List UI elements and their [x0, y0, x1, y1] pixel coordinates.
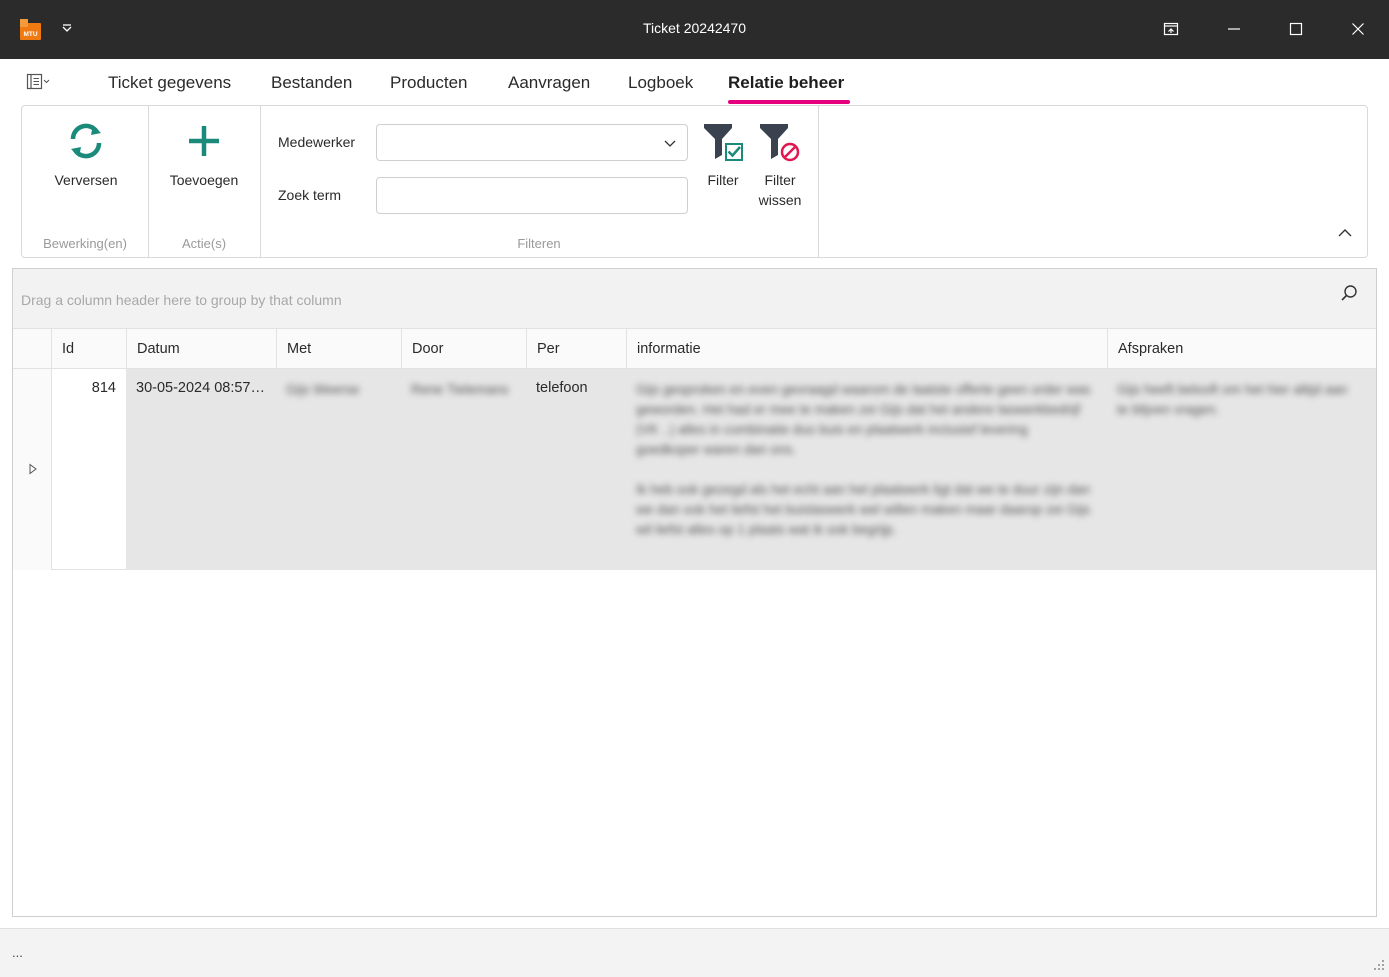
group-by-hint: Drag a column header here to group by th…: [21, 292, 342, 308]
cell-met: Gijs Weerse: [276, 369, 401, 570]
cell-informatie-text-2: Ik heb ook gezegd als het echt aan het p…: [636, 482, 1091, 537]
column-header-met[interactable]: Met: [276, 329, 401, 369]
expand-row-icon[interactable]: [27, 463, 39, 475]
add-button[interactable]: Toevoegen: [162, 120, 246, 188]
group-by-panel[interactable]: Drag a column header here to group by th…: [13, 269, 1376, 329]
clear-filter-label-1: Filter: [764, 172, 796, 188]
column-header-door[interactable]: Door: [401, 329, 526, 369]
cell-informatie: Gijs gesproken en even gevraagd waarom d…: [626, 369, 1107, 570]
column-header-row: Id Datum Met Door Per informatie Afsprak…: [13, 329, 1376, 369]
ribbon: Verversen Bewerking(en) Toevoegen Actie(…: [21, 105, 1368, 258]
chevron-down-icon[interactable]: [58, 20, 76, 38]
plus-icon: [189, 126, 219, 156]
cell-door-text: Rene Tielemans: [411, 382, 509, 397]
cell-met-text: Gijs Weerse: [286, 382, 360, 397]
column-header-informatie[interactable]: informatie: [626, 329, 1107, 369]
restore-layout-button[interactable]: [1157, 15, 1185, 43]
group-divider: [260, 106, 261, 257]
employee-combobox[interactable]: [376, 124, 688, 161]
active-tab-indicator: [728, 100, 850, 104]
tab-logboek[interactable]: Logboek: [628, 73, 693, 93]
group-label-actions: Actie(s): [181, 236, 227, 251]
app-logo-icon[interactable]: MTU: [20, 19, 41, 40]
chevron-up-icon[interactable]: [1336, 224, 1354, 242]
group-divider: [148, 106, 149, 257]
tab-bestanden[interactable]: Bestanden: [271, 73, 352, 93]
refresh-button[interactable]: Verversen: [46, 120, 126, 188]
search-term-label: Zoek term: [278, 187, 342, 203]
search-term-input[interactable]: [376, 177, 688, 214]
cell-afspraken: Gijs heeft belooft om het hier altijd aa…: [1107, 369, 1376, 570]
employee-label: Medewerker: [278, 134, 356, 150]
row-indicator: [13, 369, 51, 570]
tab-producten[interactable]: Producten: [390, 73, 468, 93]
filter-label: Filter: [707, 172, 739, 188]
data-grid: Drag a column header here to group by th…: [12, 268, 1377, 917]
filter-button[interactable]: Filter: [702, 122, 744, 190]
cell-door: Rene Tielemans: [401, 369, 526, 570]
clear-filter-button[interactable]: Filter wissen: [752, 122, 808, 210]
cell-informatie-text-1: Gijs gesproken en even gevraagd waarom d…: [636, 382, 1091, 457]
tab-bar: Ticket gegevens Bestanden Producten Aanv…: [0, 59, 1389, 105]
cell-id: 814: [51, 369, 126, 570]
tab-aanvragen[interactable]: Aanvragen: [508, 73, 590, 93]
column-header-per[interactable]: Per: [526, 329, 626, 369]
title-bar: MTU Ticket 20242470: [0, 0, 1389, 59]
column-header-afspraken[interactable]: Afspraken: [1107, 329, 1376, 369]
cell-per: telefoon: [526, 369, 626, 570]
status-text: ...: [12, 945, 23, 960]
app-logo-text: MTU: [23, 31, 37, 38]
filter-check-icon: [704, 124, 744, 162]
side-menu-icon[interactable]: [25, 71, 53, 93]
clear-filter-label-2: wissen: [758, 192, 802, 208]
cell-afspraken-text: Gijs heeft belooft om het hier altijd aa…: [1117, 382, 1348, 417]
status-bar: ...: [0, 928, 1389, 977]
refresh-icon: [70, 123, 102, 159]
filter-clear-icon: [760, 124, 800, 162]
minimize-button[interactable]: [1220, 15, 1248, 43]
tab-relatie-beheer[interactable]: Relatie beheer: [728, 73, 844, 93]
close-icon: [1352, 23, 1364, 35]
maximize-icon: [1289, 22, 1303, 36]
column-header-id[interactable]: Id: [51, 329, 126, 369]
add-label: Toevoegen: [169, 172, 239, 188]
maximize-button[interactable]: [1282, 15, 1310, 43]
tab-ticket-gegevens[interactable]: Ticket gegevens: [108, 73, 231, 93]
refresh-label: Verversen: [54, 172, 118, 188]
chevron-down-icon: [664, 140, 676, 147]
resize-grip-icon[interactable]: [1373, 959, 1385, 971]
group-label-edit: Bewerking(en): [43, 236, 127, 251]
minimize-icon: [1228, 28, 1240, 30]
column-header-datum[interactable]: Datum: [126, 329, 276, 369]
close-button[interactable]: [1344, 15, 1372, 43]
group-divider: [818, 106, 819, 257]
group-label-filter: Filteren: [517, 236, 561, 251]
search-icon[interactable]: [1339, 283, 1359, 303]
cell-datum: 30-05-2024 08:57:...: [126, 369, 276, 570]
window-layout-icon: [1163, 22, 1179, 36]
table-row[interactable]: 814 30-05-2024 08:57:... Gijs Weerse Ren…: [13, 369, 1376, 570]
